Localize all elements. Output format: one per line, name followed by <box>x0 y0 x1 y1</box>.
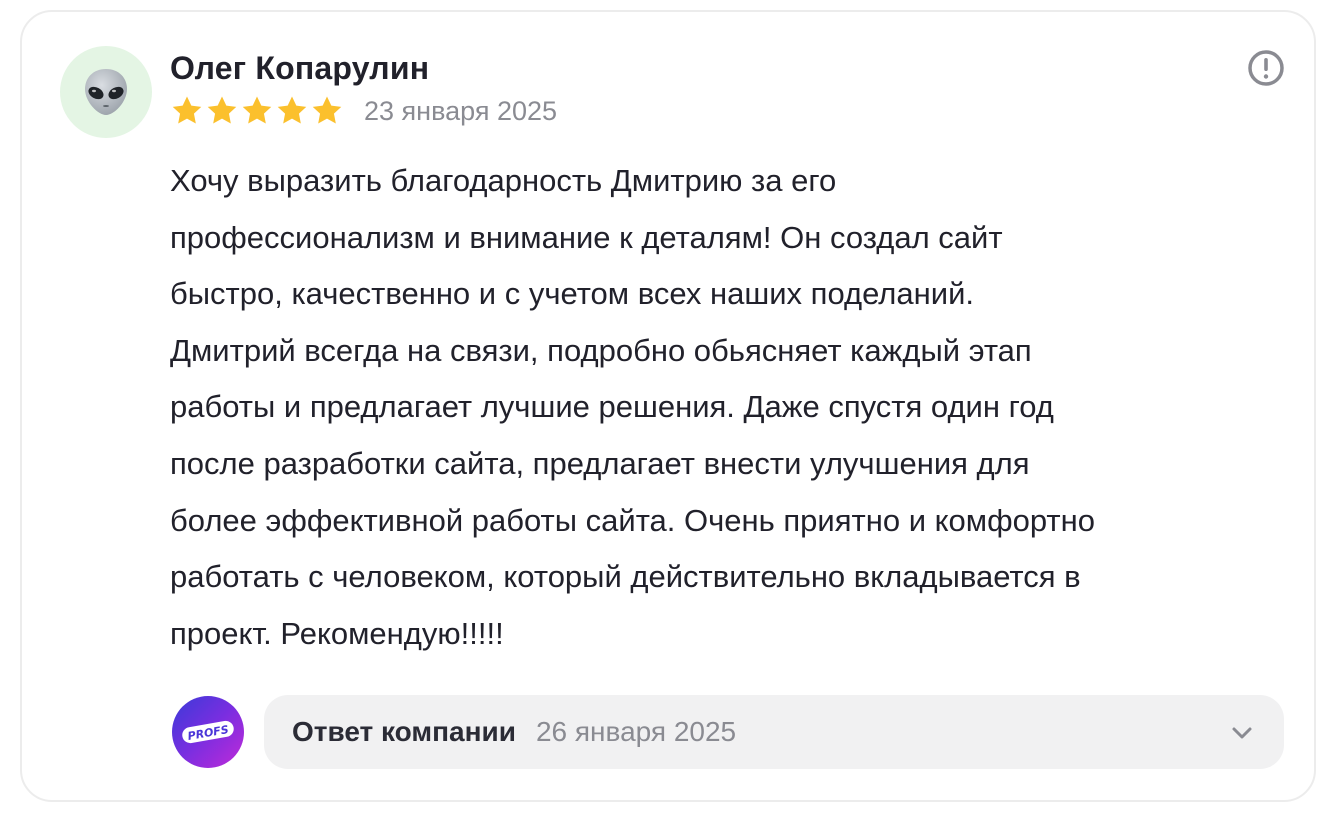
rating-stars <box>170 94 344 128</box>
company-reply-date: 26 января 2025 <box>535 716 737 747</box>
company-reply-toggle[interactable]: Ответ компании 26 января 2025 <box>264 695 1284 769</box>
star-icon <box>312 96 342 124</box>
author-name[interactable]: Олег Копарулин <box>170 50 429 87</box>
company-logo[interactable]: PROFS <box>172 696 244 768</box>
review-date: 23 января 2025 <box>364 96 558 126</box>
avatar <box>60 46 152 138</box>
company-reply-label: Ответ компании <box>292 716 516 747</box>
report-icon[interactable] <box>1246 48 1286 88</box>
chevron-down-icon[interactable] <box>1228 719 1256 747</box>
review-card: Олег Копарулин 23 января 2025 Хочу выраз… <box>20 10 1316 802</box>
star-icon <box>207 96 237 124</box>
profs-logo-icon: PROFS <box>182 720 234 744</box>
star-icon <box>172 96 202 124</box>
star-icon <box>277 96 307 124</box>
review-text: Хочу выразить благодарность Дмитрию за е… <box>170 163 1095 651</box>
star-icon <box>242 96 272 124</box>
alien-emoji-icon <box>85 69 127 115</box>
